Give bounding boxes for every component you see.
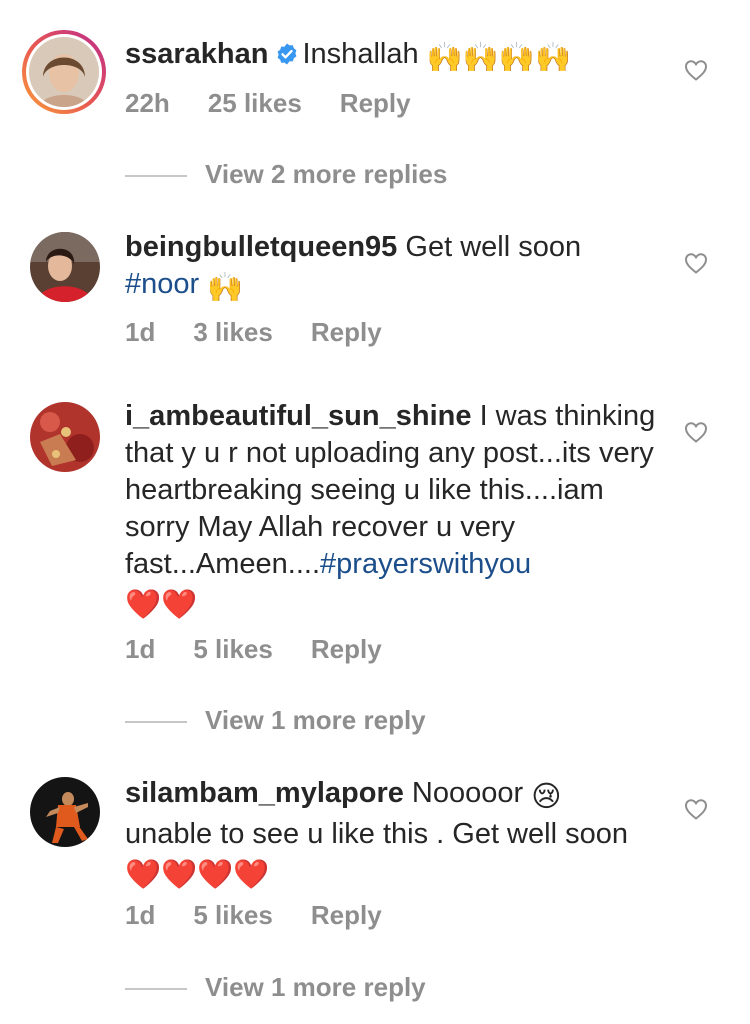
likes-count[interactable]: 5 likes bbox=[193, 900, 273, 931]
raised-hands-emoji: 🙌🙌🙌🙌 bbox=[426, 42, 572, 74]
likes-count[interactable]: 25 likes bbox=[208, 88, 302, 119]
comment-time: 1d bbox=[125, 634, 156, 664]
view-replies-label: View 2 more replies bbox=[205, 159, 448, 189]
comment-body: ssarakhan Inshallah 🙌🙌🙌🙌 bbox=[125, 36, 670, 77]
comment-meta: 1d 5 likes Reply bbox=[125, 900, 382, 931]
view-replies-button[interactable]: View 2 more replies bbox=[125, 159, 447, 190]
comment-body: beingbulletqueen95 Get well soon #noor 🙌 bbox=[125, 229, 670, 307]
likes-count[interactable]: 5 likes bbox=[193, 634, 273, 665]
comment-body: silambam_mylapore Nooooor 😢 unable to se… bbox=[125, 775, 670, 894]
comment-text: Inshallah bbox=[302, 38, 419, 70]
comment-meta: 1d 5 likes Reply bbox=[125, 634, 382, 665]
hashtag-link[interactable]: #prayerswithyou bbox=[320, 548, 531, 580]
comment-time: 22h bbox=[125, 88, 170, 118]
story-ring[interactable] bbox=[22, 30, 106, 114]
likes-count[interactable]: 3 likes bbox=[193, 317, 273, 348]
comment-meta: 1d 3 likes Reply bbox=[125, 317, 382, 348]
view-replies-label: View 1 more reply bbox=[205, 705, 426, 735]
comment-text: Nooooor bbox=[411, 777, 524, 809]
avatar[interactable] bbox=[30, 232, 100, 302]
avatar[interactable] bbox=[29, 37, 99, 107]
comment-time: 1d bbox=[125, 317, 156, 347]
username[interactable]: ssarakhan bbox=[125, 38, 269, 70]
divider-line bbox=[125, 988, 187, 991]
raised-hands-emoji: 🙌 bbox=[207, 272, 244, 304]
comment-text: Get well soon bbox=[405, 231, 582, 263]
comment-time: 1d bbox=[125, 900, 156, 930]
reply-button[interactable]: Reply bbox=[311, 634, 382, 665]
hashtag-link[interactable]: #noor bbox=[125, 268, 199, 300]
heart-icon[interactable] bbox=[684, 798, 708, 820]
heart-icon[interactable] bbox=[684, 59, 708, 81]
comment-body: i_ambeautiful_sun_shine I was thinking t… bbox=[125, 398, 670, 624]
heart-icon[interactable] bbox=[684, 421, 708, 443]
verified-badge-icon bbox=[277, 43, 296, 65]
comment-meta: 22h 25 likes Reply bbox=[125, 88, 411, 119]
view-replies-button[interactable]: View 1 more reply bbox=[125, 972, 426, 1003]
reply-button[interactable]: Reply bbox=[311, 900, 382, 931]
divider-line bbox=[125, 721, 187, 724]
username[interactable]: silambam_mylapore bbox=[125, 777, 404, 809]
view-replies-button[interactable]: View 1 more reply bbox=[125, 705, 426, 736]
red-heart-emoji: ❤️❤️ bbox=[125, 589, 198, 621]
avatar[interactable] bbox=[30, 777, 100, 847]
avatar[interactable] bbox=[30, 402, 100, 472]
heart-icon[interactable] bbox=[684, 252, 708, 274]
divider-line bbox=[125, 175, 187, 178]
username[interactable]: beingbulletqueen95 bbox=[125, 231, 397, 263]
reply-button[interactable]: Reply bbox=[340, 88, 411, 119]
reply-button[interactable]: Reply bbox=[311, 317, 382, 348]
username[interactable]: i_ambeautiful_sun_shine bbox=[125, 400, 472, 432]
crying-face-emoji: 😢 bbox=[531, 781, 562, 813]
red-heart-emoji: ❤️❤️❤️❤️ bbox=[125, 859, 270, 891]
view-replies-label: View 1 more reply bbox=[205, 972, 426, 1002]
comment-text-continued: unable to see u like this . Get well soo… bbox=[125, 818, 628, 850]
